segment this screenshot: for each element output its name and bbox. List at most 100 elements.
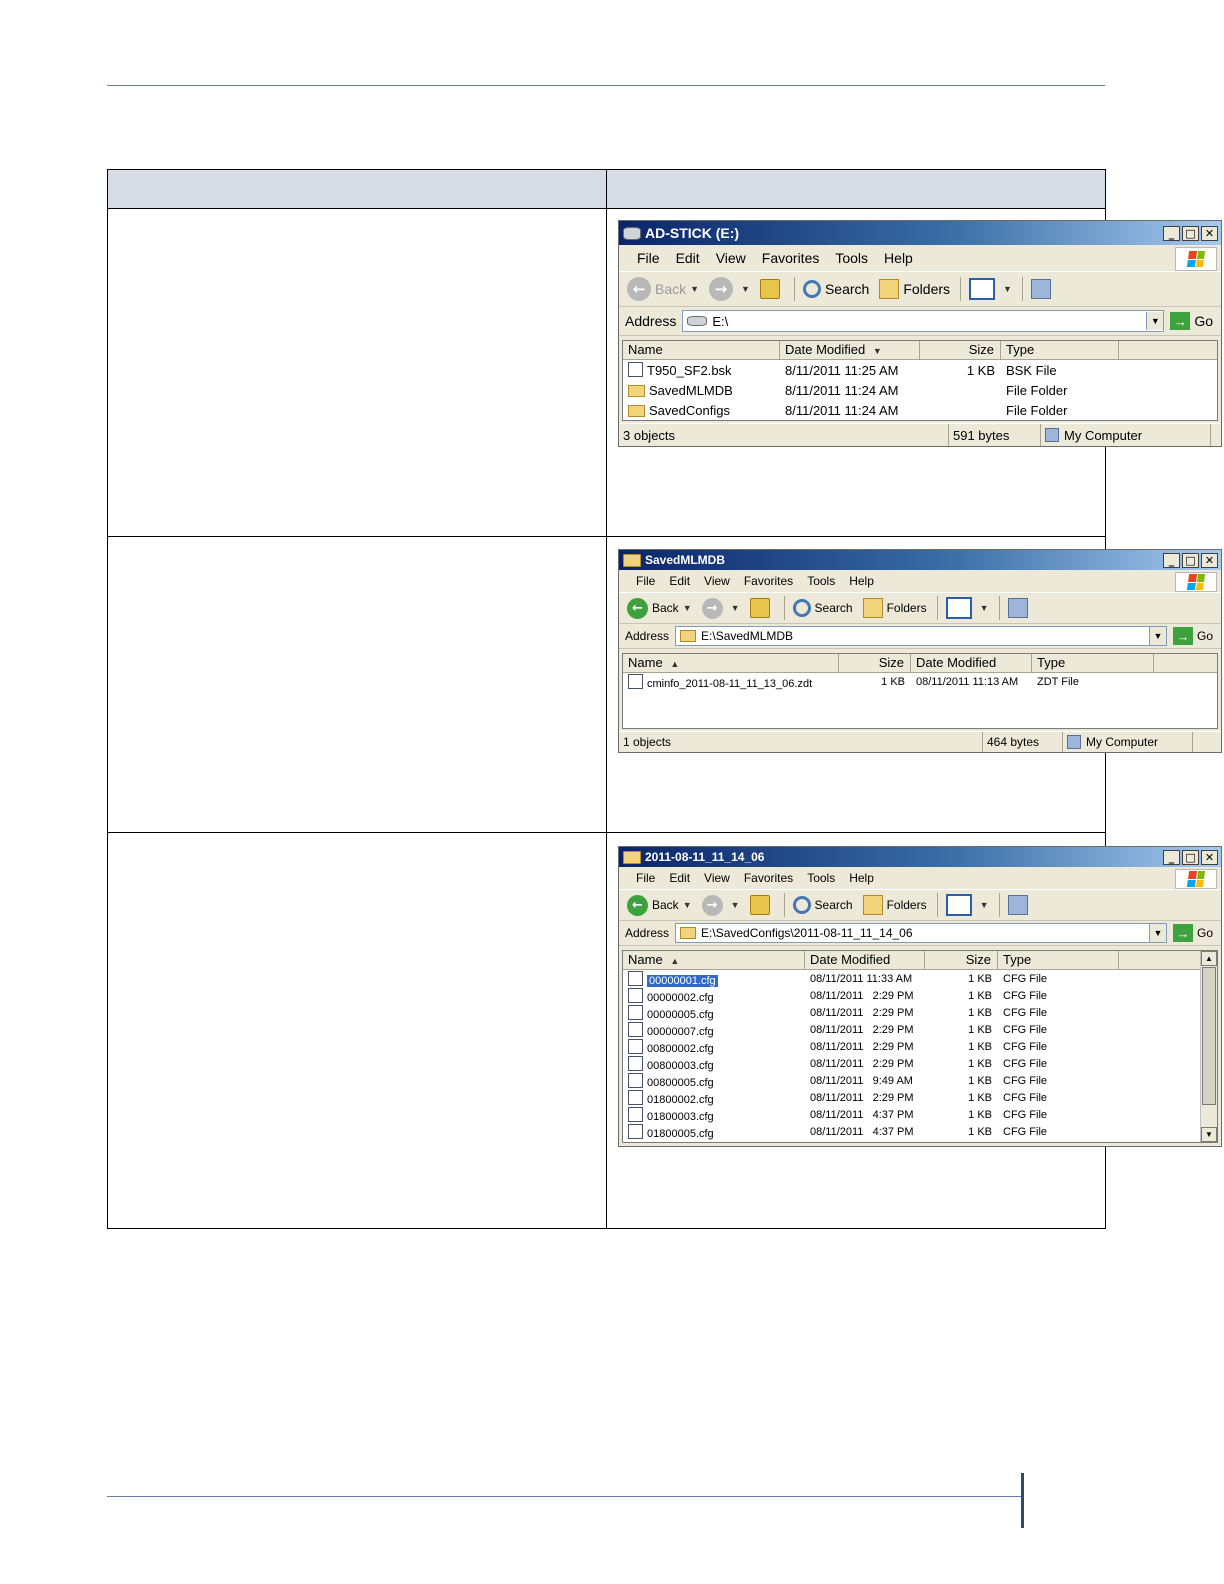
folders-button[interactable]: Folders	[862, 598, 927, 618]
column-header-type[interactable]: Type	[1001, 341, 1119, 359]
back-button[interactable]: ← Back ▼	[627, 597, 692, 619]
go-button[interactable]: → Go	[1172, 924, 1213, 942]
sync-icon	[1030, 279, 1051, 299]
search-button[interactable]: Search	[792, 599, 853, 617]
sync-button[interactable]	[1030, 279, 1055, 299]
views-button[interactable]: ▼	[945, 894, 989, 916]
content-table: AD-STICK (E:) _ □ ✕ File Edit View Favor…	[107, 169, 1222, 1229]
scroll-up-arrow-icon[interactable]: ▲	[1201, 951, 1217, 966]
close-button[interactable]: ✕	[1201, 225, 1218, 241]
column-header-date[interactable]: Date Modified	[911, 654, 1032, 672]
maximize-button[interactable]: □	[1182, 552, 1199, 568]
menu-help[interactable]: Help	[884, 250, 913, 266]
menu-view[interactable]: View	[704, 871, 730, 885]
column-header-size[interactable]: Size	[839, 654, 911, 672]
window-title: AD-STICK (E:)	[645, 225, 740, 241]
file-list: Name ▲ Date Modified Size Type 00000001.…	[622, 950, 1218, 1143]
sync-button[interactable]	[1007, 598, 1032, 618]
menu-favorites[interactable]: Favorites	[744, 574, 793, 588]
menu-file[interactable]: File	[636, 574, 655, 588]
resize-grip[interactable]	[1193, 732, 1221, 752]
sync-button[interactable]	[1007, 895, 1032, 915]
menu-edit[interactable]: Edit	[669, 574, 690, 588]
menu-tools[interactable]: Tools	[807, 871, 835, 885]
vertical-scrollbar[interactable]: ▲ ▼	[1200, 951, 1217, 1142]
search-button[interactable]: Search	[802, 280, 869, 298]
list-item[interactable]: 00000002.cfg 08/11/2011 2:29 PM 1 KB CFG…	[623, 987, 1217, 1004]
minimize-button[interactable]: _	[1163, 225, 1180, 241]
list-item[interactable]: 00800003.cfg 08/11/2011 2:29 PM 1 KB CFG…	[623, 1055, 1217, 1072]
column-header-name[interactable]: Name	[623, 341, 780, 359]
back-button[interactable]: ← Back ▼	[627, 894, 692, 916]
menu-favorites[interactable]: Favorites	[762, 250, 820, 266]
folders-button[interactable]: Folders	[862, 895, 927, 915]
column-header-type[interactable]: Type	[1032, 654, 1154, 672]
column-header-date[interactable]: Date Modified ▼	[780, 341, 920, 359]
up-folder-button[interactable]	[759, 279, 784, 299]
footer-vertical-bar	[1021, 1473, 1024, 1528]
column-header-date[interactable]: Date Modified	[805, 951, 925, 969]
scroll-thumb[interactable]	[1202, 967, 1216, 1105]
folders-button[interactable]: Folders	[879, 279, 950, 299]
resize-grip[interactable]	[1211, 424, 1221, 446]
list-item[interactable]: 00000005.cfg 08/11/2011 2:29 PM 1 KB CFG…	[623, 1004, 1217, 1021]
scroll-down-arrow-icon[interactable]: ▼	[1201, 1127, 1217, 1142]
menu-view[interactable]: View	[704, 574, 730, 588]
list-item[interactable]: 00800005.cfg 08/11/2011 9:49 AM 1 KB CFG…	[623, 1072, 1217, 1089]
file-name: 00800002.cfg	[647, 1042, 714, 1055]
close-button[interactable]: ✕	[1201, 552, 1218, 568]
views-button[interactable]: ▼	[969, 278, 1012, 300]
address-input[interactable]: E:\SavedConfigs\2011-08-11_11_14_06 ▼	[675, 923, 1167, 943]
list-item[interactable]: 00000007.cfg 08/11/2011 2:29 PM 1 KB CFG…	[623, 1021, 1217, 1038]
menu-file[interactable]: File	[636, 871, 655, 885]
list-item[interactable]: T950_SF2.bsk 8/11/2011 11:25 AM 1 KB BSK…	[623, 360, 1217, 380]
list-item[interactable]: 01800003.cfg 08/11/2011 4:37 PM 1 KB CFG…	[623, 1106, 1217, 1123]
column-header-type[interactable]: Type	[998, 951, 1119, 969]
menu-help[interactable]: Help	[849, 574, 874, 588]
menu-file[interactable]: File	[637, 250, 660, 266]
back-button[interactable]: ← Back ▼	[627, 277, 699, 301]
list-item[interactable]: 01800002.cfg 08/11/2011 2:29 PM 1 KB CFG…	[623, 1089, 1217, 1106]
list-item[interactable]: 00000001.cfg 08/11/2011 11:33 AM 1 KB CF…	[623, 970, 1217, 987]
file-date: 08/11/2011 4:37 PM	[810, 1108, 914, 1121]
column-header-name[interactable]: Name ▲	[623, 654, 839, 672]
minimize-button[interactable]: _	[1163, 849, 1180, 865]
address-input[interactable]: E:\ ▼	[682, 310, 1165, 332]
list-item[interactable]: 01800005.cfg 08/11/2011 4:37 PM 1 KB CFG…	[623, 1123, 1217, 1140]
address-dropdown[interactable]: ▼	[1148, 627, 1166, 645]
maximize-button[interactable]: □	[1182, 849, 1199, 865]
list-item[interactable]: SavedConfigs 8/11/2011 11:24 AM File Fol…	[623, 400, 1217, 420]
file-type: CFG File	[1003, 1023, 1047, 1036]
address-dropdown[interactable]: ▼	[1148, 924, 1166, 942]
address-value: E:\SavedConfigs\2011-08-11_11_14_06	[701, 926, 913, 940]
minimize-button[interactable]: _	[1163, 552, 1180, 568]
search-button[interactable]: Search	[792, 896, 853, 914]
menu-favorites[interactable]: Favorites	[744, 871, 793, 885]
forward-button[interactable]: → ▼	[701, 894, 740, 916]
forward-button[interactable]: → ▼	[709, 277, 750, 301]
menu-edit[interactable]: Edit	[669, 871, 690, 885]
column-header-size[interactable]: Size	[925, 951, 998, 969]
go-button[interactable]: → Go	[1170, 312, 1213, 330]
file-list: Name ▲ Size Date Modified Type cminfo_20…	[622, 653, 1218, 729]
up-folder-button[interactable]	[749, 598, 774, 618]
file-size: 1 KB	[968, 989, 992, 1002]
list-item[interactable]: SavedMLMDB 8/11/2011 11:24 AM File Folde…	[623, 380, 1217, 400]
menu-edit[interactable]: Edit	[676, 250, 700, 266]
views-button[interactable]: ▼	[945, 597, 989, 619]
column-header-size[interactable]: Size	[920, 341, 1001, 359]
menu-tools[interactable]: Tools	[807, 574, 835, 588]
up-folder-button[interactable]	[749, 895, 774, 915]
column-header-name[interactable]: Name ▲	[623, 951, 805, 969]
menu-help[interactable]: Help	[849, 871, 874, 885]
close-button[interactable]: ✕	[1201, 849, 1218, 865]
list-item[interactable]: 00800002.cfg 08/11/2011 2:29 PM 1 KB CFG…	[623, 1038, 1217, 1055]
go-button[interactable]: → Go	[1172, 627, 1213, 645]
address-dropdown[interactable]: ▼	[1146, 312, 1164, 330]
maximize-button[interactable]: □	[1182, 225, 1199, 241]
menu-tools[interactable]: Tools	[835, 250, 868, 266]
list-item[interactable]: cminfo_2011-08-11_11_13_06.zdt 1 KB 08/1…	[623, 673, 1217, 690]
forward-button[interactable]: → ▼	[701, 597, 740, 619]
menu-view[interactable]: View	[716, 250, 746, 266]
address-input[interactable]: E:\SavedMLMDB ▼	[675, 626, 1167, 646]
